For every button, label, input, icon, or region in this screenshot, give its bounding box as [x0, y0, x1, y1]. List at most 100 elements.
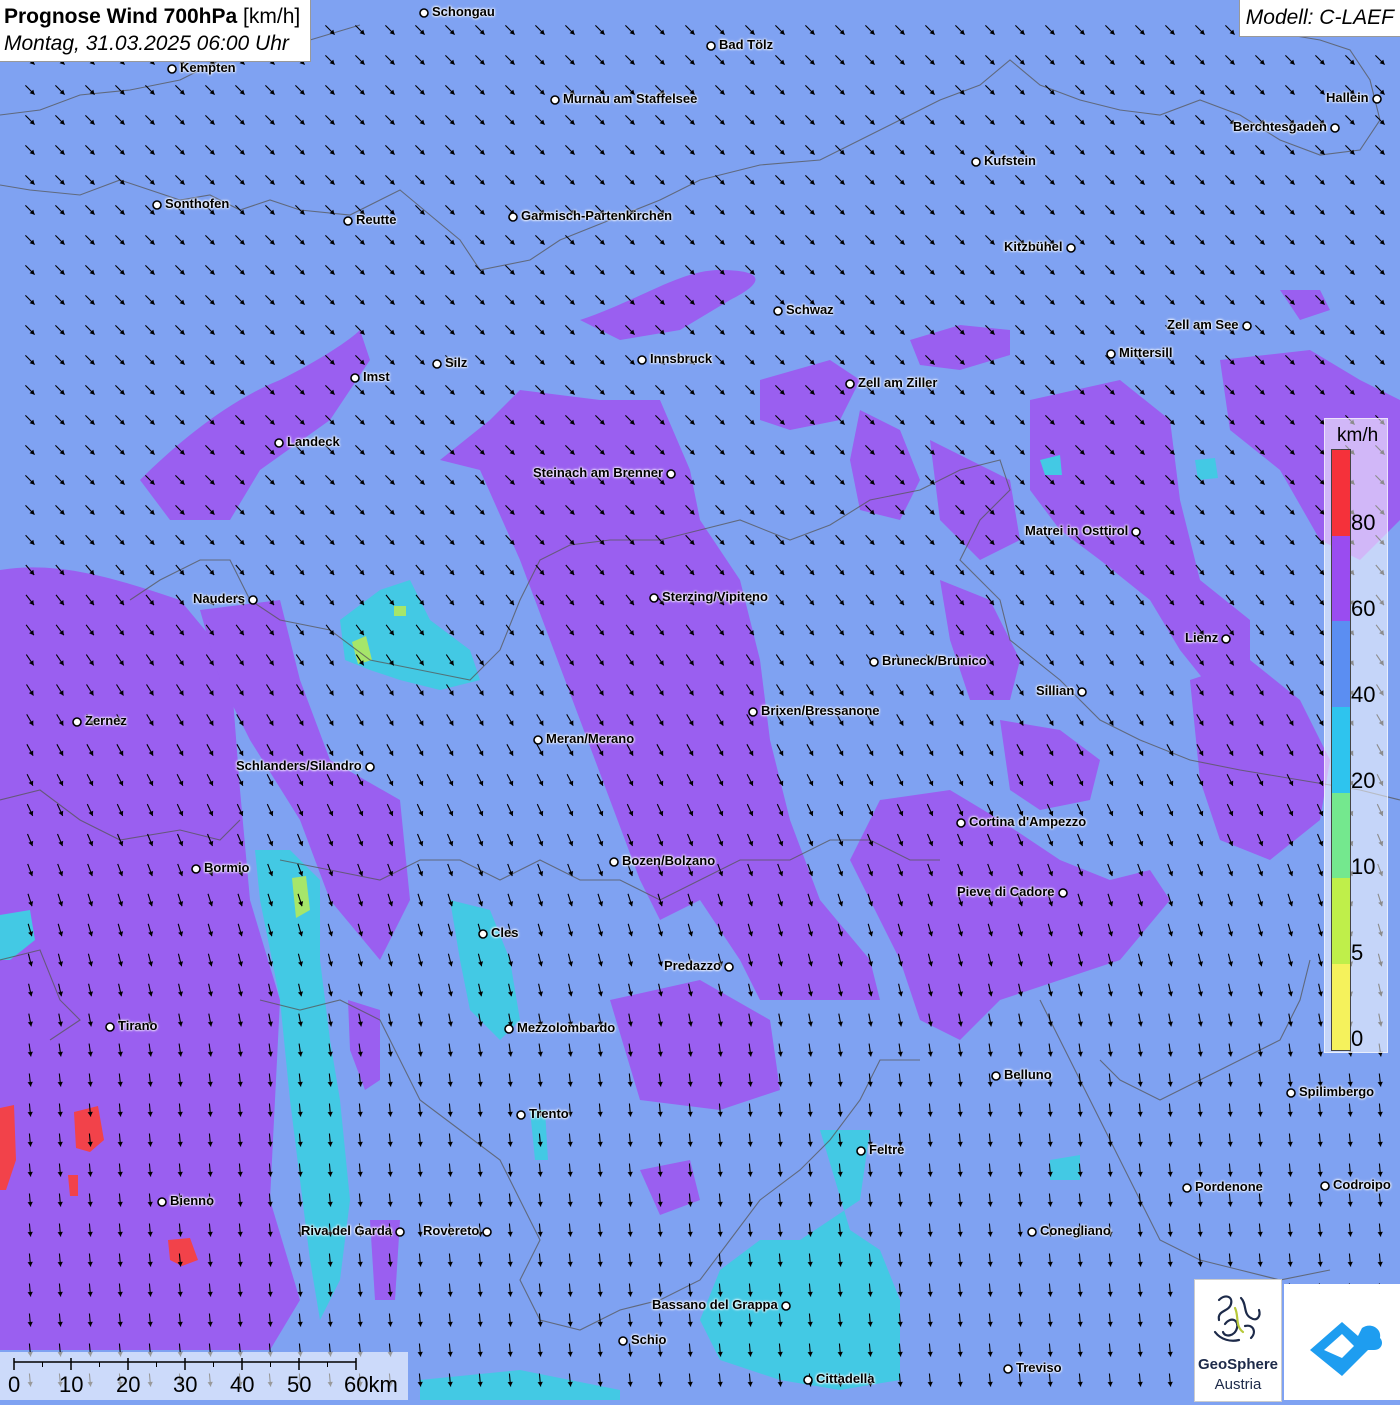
city-marker[interactable] — [649, 593, 659, 603]
scale-label: 0 — [8, 1372, 21, 1397]
city-label: Schlanders/Silandro — [236, 758, 362, 773]
city-marker[interactable] — [1058, 888, 1068, 898]
org-name-line1: GeoSphere — [1197, 1356, 1279, 1373]
city-marker[interactable] — [550, 95, 560, 105]
city-marker[interactable] — [343, 216, 353, 226]
city-label: Innsbruck — [650, 351, 713, 366]
city-label: Zell am Ziller — [858, 375, 938, 390]
city-marker[interactable] — [956, 818, 966, 828]
legend-color-segment — [1332, 878, 1350, 965]
city-marker[interactable] — [1330, 123, 1340, 133]
city-marker[interactable] — [1106, 349, 1116, 359]
city-marker[interactable] — [72, 717, 82, 727]
city-marker[interactable] — [152, 200, 162, 210]
city-label: Schongau — [432, 4, 495, 19]
city-marker[interactable] — [1221, 634, 1231, 644]
city-marker[interactable] — [845, 379, 855, 389]
legend-color-segment — [1332, 964, 1350, 1050]
city-label: Mittersill — [1119, 345, 1173, 360]
scale-label: 60km — [344, 1372, 398, 1397]
city-marker[interactable] — [504, 1024, 514, 1034]
city-label: Lienz — [1185, 630, 1219, 645]
city-marker[interactable] — [432, 359, 442, 369]
city-marker[interactable] — [1131, 527, 1141, 537]
city-label: Kempten — [180, 60, 236, 75]
city-label: Kitzbühel — [1004, 239, 1063, 254]
city-marker[interactable] — [167, 64, 177, 74]
city-label: Tirano — [118, 1018, 158, 1033]
city-marker[interactable] — [1066, 243, 1076, 253]
city-marker[interactable] — [478, 929, 488, 939]
city-label: Nauders — [193, 591, 246, 606]
city-label: Riva del Garda — [301, 1223, 393, 1238]
legend-color-segment — [1332, 621, 1350, 708]
city-marker[interactable] — [856, 1146, 866, 1156]
city-label: Cortina d'Ampezzo — [969, 814, 1087, 829]
city-marker[interactable] — [248, 595, 258, 605]
city-marker[interactable] — [1372, 94, 1382, 104]
city-label: Trento — [529, 1106, 569, 1121]
city-marker[interactable] — [350, 373, 360, 383]
city-marker[interactable] — [748, 707, 758, 717]
geosphere-swirl-icon — [1213, 1295, 1261, 1342]
legend-label: 80 — [1351, 510, 1376, 535]
city-marker[interactable] — [1003, 1364, 1013, 1374]
title-unit: [km/h] — [243, 5, 301, 28]
city-marker[interactable] — [105, 1022, 115, 1032]
city-marker[interactable] — [781, 1301, 791, 1311]
city-marker[interactable] — [991, 1071, 1001, 1081]
city-marker[interactable] — [1242, 321, 1252, 331]
city-label: Treviso — [1016, 1360, 1062, 1375]
city-marker[interactable] — [419, 8, 429, 18]
city-label: Murnau am Staffelsee — [563, 91, 698, 106]
city-marker[interactable] — [1320, 1181, 1330, 1191]
legend-color-segment — [1332, 792, 1350, 879]
city-marker[interactable] — [395, 1227, 405, 1237]
city-marker[interactable] — [773, 306, 783, 316]
city-marker[interactable] — [516, 1110, 526, 1120]
city-label: Belluno — [1004, 1067, 1052, 1082]
city-label: Steinach am Brenner — [533, 465, 664, 480]
legend-label: 60 — [1351, 596, 1376, 621]
legend-label: 0 — [1351, 1026, 1364, 1051]
city-marker[interactable] — [666, 469, 676, 479]
city-marker[interactable] — [1286, 1088, 1296, 1098]
city-marker[interactable] — [618, 1336, 628, 1346]
city-label: Matrei in Osttirol — [1025, 523, 1129, 538]
city-label: Schio — [631, 1332, 667, 1347]
city-marker[interactable] — [637, 355, 647, 365]
city-marker[interactable] — [706, 41, 716, 51]
city-marker[interactable] — [869, 657, 879, 667]
city-marker[interactable] — [803, 1375, 813, 1385]
scale-label: 40 — [230, 1372, 255, 1397]
city-marker[interactable] — [157, 1197, 167, 1207]
forecast-datetime: Montag, 31.03.2025 06:00 Uhr — [4, 32, 289, 55]
city-marker[interactable] — [365, 762, 375, 772]
city-marker[interactable] — [191, 864, 201, 874]
legend-label: 40 — [1351, 682, 1376, 707]
city-marker[interactable] — [971, 157, 981, 167]
legend-label: 5 — [1351, 940, 1364, 965]
city-label: Sonthofen — [165, 196, 230, 211]
city-marker[interactable] — [533, 735, 543, 745]
city-marker[interactable] — [724, 962, 734, 972]
city-label: Meran/Merano — [546, 731, 635, 746]
city-label: Pordenone — [1195, 1179, 1263, 1194]
city-marker[interactable] — [609, 857, 619, 867]
title-box: Prognose Wind 700hPa [km/h] Montag, 31.0… — [0, 0, 312, 62]
model-label: Modell: C-LAEF — [1238, 0, 1400, 37]
city-label: Pieve di Cadore — [957, 884, 1055, 899]
city-marker[interactable] — [1077, 687, 1087, 697]
scale-label: 20 — [116, 1372, 141, 1397]
city-label: Berchtesgaden — [1233, 119, 1327, 134]
city-marker[interactable] — [274, 438, 284, 448]
city-marker[interactable] — [482, 1227, 492, 1237]
city-marker[interactable] — [1182, 1183, 1192, 1193]
city-label: Conegliano — [1040, 1223, 1111, 1238]
city-marker[interactable] — [508, 212, 518, 222]
city-label: Codroipo — [1333, 1177, 1391, 1192]
city-label: Bienno — [170, 1193, 215, 1208]
city-label: Cles — [491, 925, 519, 940]
city-label: Zell am See — [1167, 317, 1239, 332]
city-marker[interactable] — [1027, 1227, 1037, 1237]
